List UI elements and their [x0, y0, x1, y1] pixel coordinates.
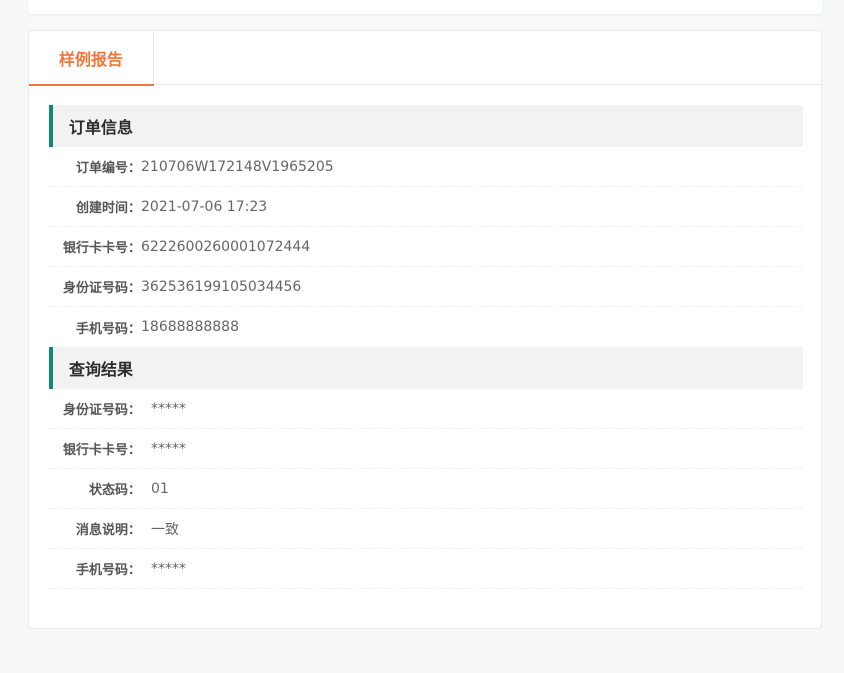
query-result-title: 查询结果: [49, 347, 803, 389]
order-info-row-created-time: 创建时间： 2021-07-06 17:23: [49, 187, 803, 227]
query-result-section: 查询结果 身份证号码： ***** 银行卡卡号： ***** 状态码： 01 消…: [49, 347, 803, 589]
field-value: 18688888888: [141, 319, 239, 335]
order-info-row-phone: 手机号码： 18688888888: [49, 307, 803, 347]
query-result-row-id-number: 身份证号码： *****: [49, 389, 803, 429]
field-value: 一致: [151, 521, 179, 538]
field-value: 6222600260001072444: [141, 238, 311, 255]
field-value: *****: [151, 440, 186, 457]
top-card-edge: [28, 0, 822, 14]
field-label: 状态码：: [88, 483, 141, 498]
field-value: *****: [151, 400, 186, 417]
order-info-section: 订单信息 订单编号： 210706W172148V1965205 创建时间： 2…: [49, 105, 803, 347]
field-label: 创建时间：: [75, 201, 141, 216]
order-info-row-id-number: 身份证号码： 362536199105034456: [49, 267, 803, 307]
order-info-row-bank-card: 银行卡卡号： 6222600260001072444: [49, 227, 803, 267]
field-label: 手机号码：: [75, 321, 141, 337]
field-value: 2021-07-06 17:23: [141, 198, 268, 215]
field-value: 362536199105034456: [141, 278, 302, 295]
field-label: 订单编号：: [75, 161, 141, 176]
field-label: 消息说明：: [75, 523, 141, 538]
report-content: 订单信息 订单编号： 210706W172148V1965205 创建时间： 2…: [49, 105, 803, 589]
tab-sample-report[interactable]: 样例报告: [29, 31, 154, 86]
field-label: 身份证号码：: [62, 403, 141, 418]
report-card: 样例报告 订单信息 订单编号： 210706W172148V1965205 创建…: [28, 30, 822, 629]
field-label: 银行卡卡号：: [62, 443, 141, 458]
field-label: 身份证号码：: [62, 281, 141, 296]
order-info-title: 订单信息: [49, 105, 803, 147]
order-info-row-order-no: 订单编号： 210706W172148V1965205: [49, 147, 803, 187]
field-label: 手机号码：: [75, 563, 141, 578]
query-result-row-message: 消息说明： 一致: [49, 509, 803, 549]
field-value: *****: [151, 560, 186, 577]
field-value: 01: [151, 480, 169, 497]
field-value: 210706W172148V1965205: [141, 158, 334, 175]
query-result-row-phone: 手机号码： *****: [49, 549, 803, 589]
query-result-row-status-code: 状态码： 01: [49, 469, 803, 509]
query-result-row-bank-card: 银行卡卡号： *****: [49, 429, 803, 469]
field-label: 银行卡卡号：: [62, 241, 141, 256]
tab-bar: 样例报告: [29, 31, 821, 86]
